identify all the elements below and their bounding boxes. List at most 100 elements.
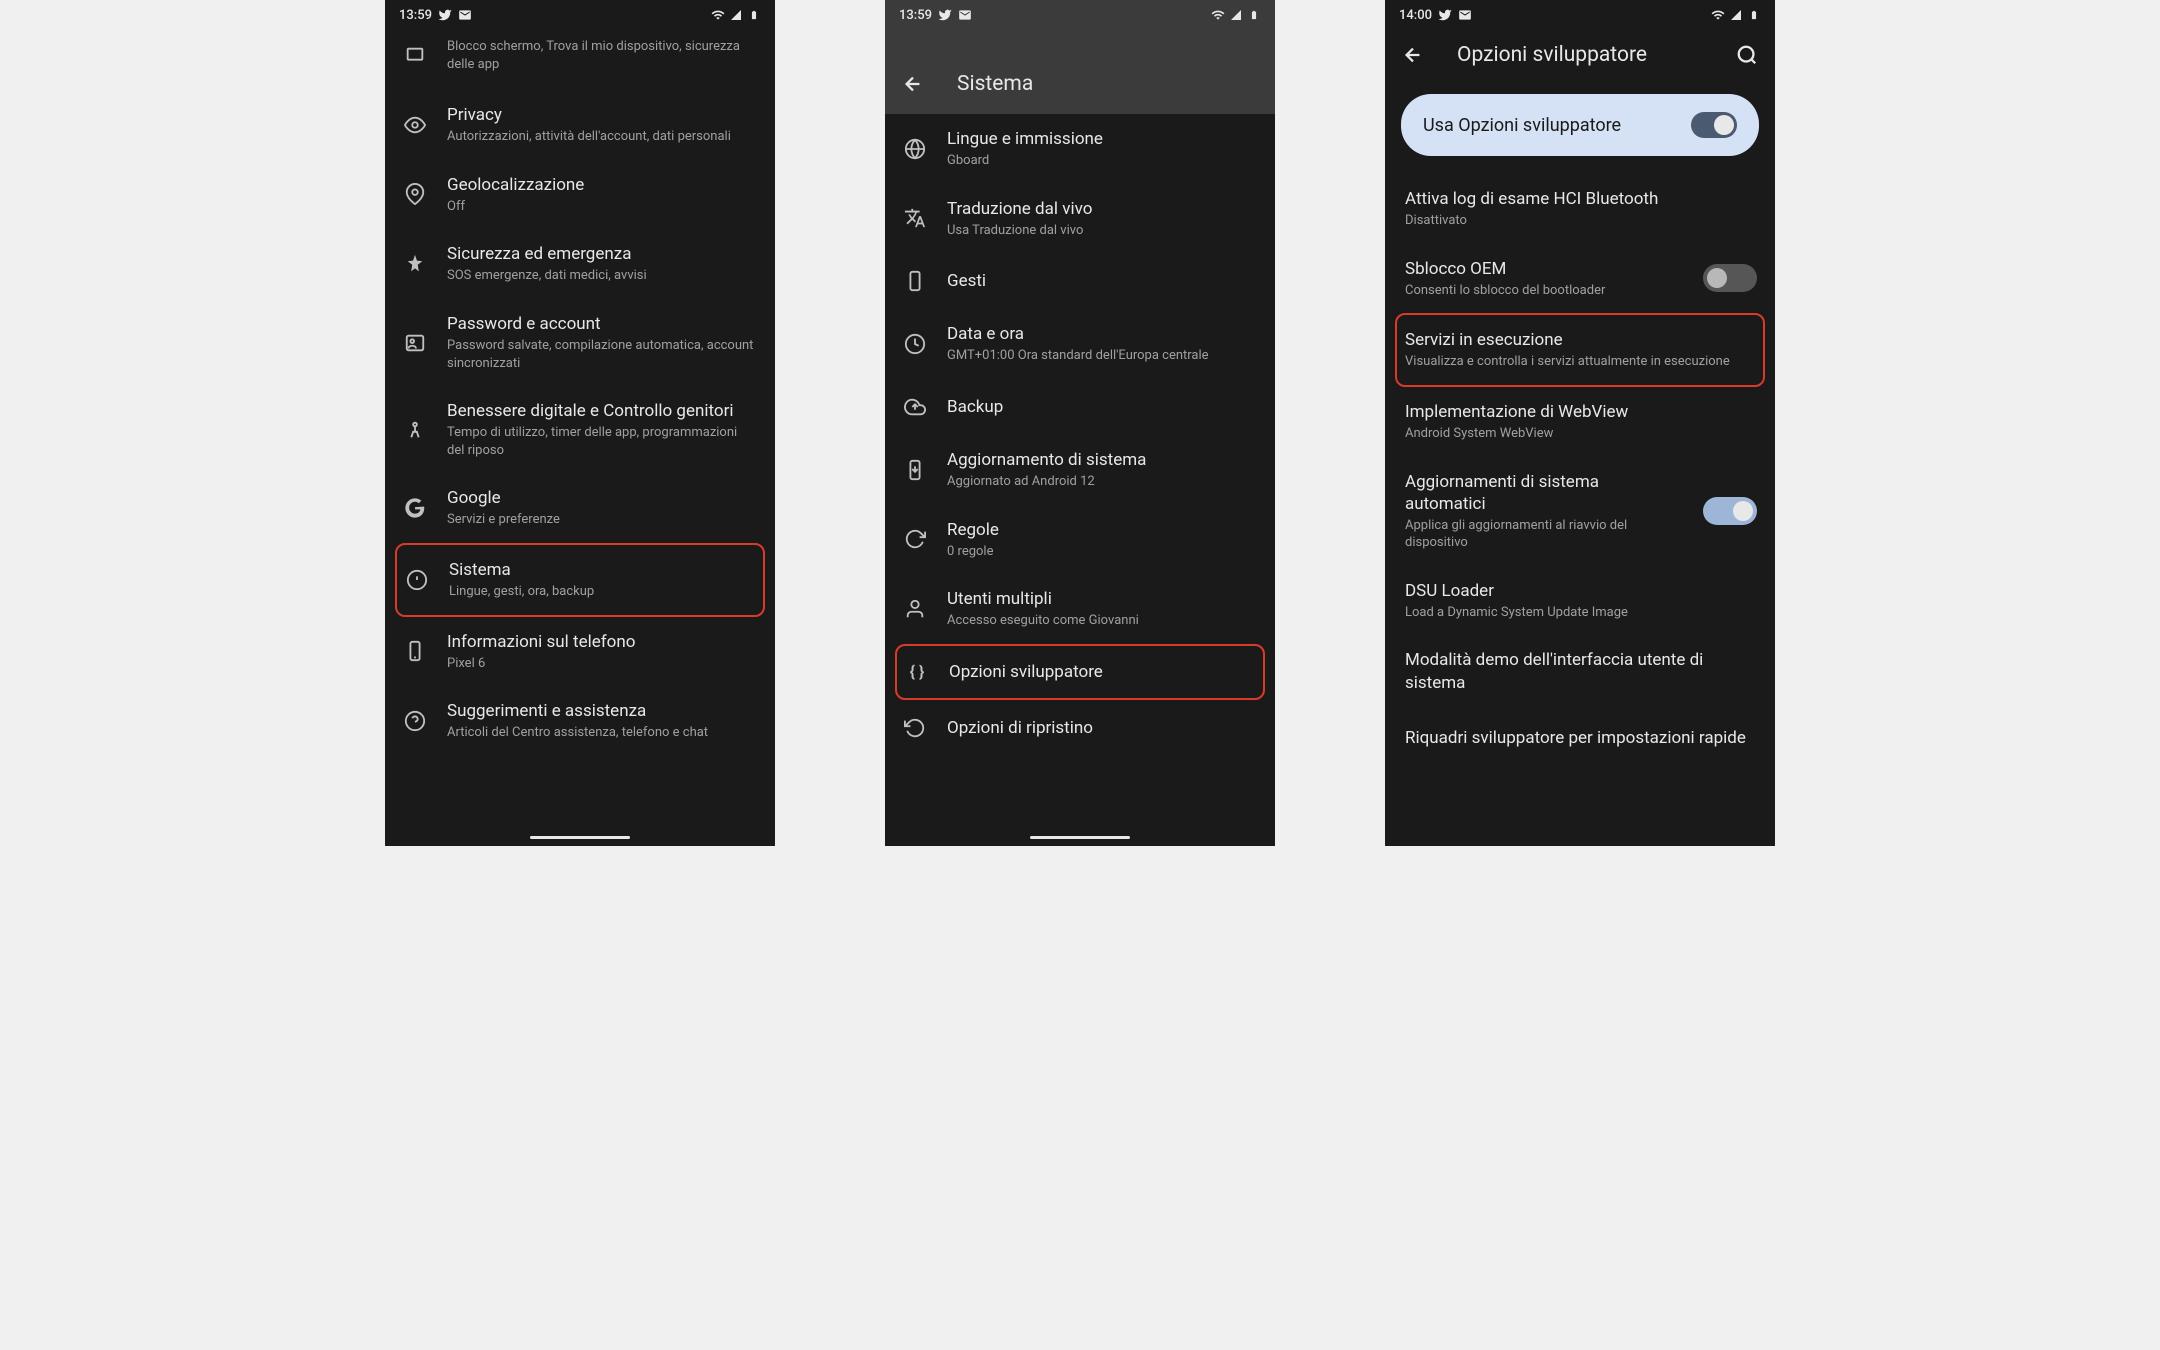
twitter-notif-icon	[938, 8, 952, 22]
row-sub: Gboard	[947, 152, 1257, 170]
item-quick-settings-tiles[interactable]: Riquadri sviluppatore per impostazioni r…	[1385, 708, 1775, 768]
row-title: Regole	[947, 519, 1257, 541]
wifi-icon	[1211, 8, 1225, 22]
row-sub: Consenti lo sblocco del bootloader	[1405, 282, 1683, 300]
row-sub: Accesso eseguito come Giovanni	[947, 612, 1257, 630]
row-sub: Tempo di utilizzo, timer delle app, prog…	[447, 424, 757, 459]
gmail-notif-icon	[1458, 8, 1472, 22]
item-translate[interactable]: Traduzione dal vivo Usa Traduzione dal v…	[885, 184, 1275, 254]
settings-item-emergency[interactable]: Sicurezza ed emergenza SOS emergenze, da…	[385, 229, 775, 299]
settings-item-system[interactable]: Sistema Lingue, gesti, ora, backup	[395, 543, 765, 617]
location-icon	[403, 182, 427, 206]
settings-item-accounts[interactable]: Password e account Password salvate, com…	[385, 299, 775, 386]
page-title: Opzioni sviluppatore	[1457, 43, 1703, 67]
privacy-icon	[403, 113, 427, 137]
language-icon	[903, 137, 927, 161]
row-sub: Servizi e preferenze	[447, 511, 757, 529]
item-auto-updates[interactable]: Aggiornamenti di sistema automatici Appl…	[1385, 457, 1775, 566]
item-gestures[interactable]: Gesti	[885, 253, 1275, 309]
item-oem-unlock[interactable]: Sblocco OEM Consenti lo sblocco del boot…	[1385, 244, 1775, 314]
back-button[interactable]	[893, 64, 933, 104]
google-icon	[403, 496, 427, 520]
gmail-notif-icon	[458, 8, 472, 22]
settings-item-help[interactable]: Suggerimenti e assistenza Articoli del C…	[385, 686, 775, 756]
toggle-auto-updates[interactable]	[1703, 497, 1757, 525]
gestures-icon	[903, 269, 927, 293]
gmail-notif-icon	[958, 8, 972, 22]
settings-item-location[interactable]: Geolocalizzazione Off	[385, 160, 775, 230]
row-title: Password e account	[447, 313, 757, 335]
item-users[interactable]: Utenti multipli Accesso eseguito come Gi…	[885, 574, 1275, 644]
signal-icon	[1229, 8, 1243, 22]
status-bar: 13:59	[885, 0, 1275, 30]
settings-item-privacy[interactable]: Privacy Autorizzazioni, attività dell'ac…	[385, 90, 775, 160]
row-title: Sicurezza ed emergenza	[447, 243, 757, 265]
settings-item-security-partial[interactable]: Blocco schermo, Trova il mio dispositivo…	[385, 30, 775, 90]
item-dev-options[interactable]: { } Opzioni sviluppatore	[895, 644, 1265, 700]
wifi-icon	[711, 8, 725, 22]
toggle-on-icon[interactable]	[1691, 112, 1737, 138]
item-backup[interactable]: Backup	[885, 379, 1275, 435]
row-title: Geolocalizzazione	[447, 174, 757, 196]
wifi-icon	[1711, 8, 1725, 22]
settings-item-wellbeing[interactable]: Benessere digitale e Controllo genitori …	[385, 386, 775, 473]
item-webview[interactable]: Implementazione di WebView Android Syste…	[1385, 387, 1775, 457]
settings-list[interactable]: Blocco schermo, Trova il mio dispositivo…	[385, 30, 775, 832]
security-icon	[403, 44, 427, 68]
wellbeing-icon	[403, 418, 427, 442]
toggle-oem[interactable]	[1703, 264, 1757, 292]
row-sub: Aggiornato ad Android 12	[947, 473, 1257, 491]
row-sub: Visualizza e controlla i servizi attualm…	[1405, 353, 1755, 371]
item-hci-log[interactable]: Attiva log di esame HCI Bluetooth Disatt…	[1385, 174, 1775, 244]
item-dsu-loader[interactable]: DSU Loader Load a Dynamic System Update …	[1385, 566, 1775, 636]
dev-list[interactable]: Attiva log di esame HCI Bluetooth Disatt…	[1385, 174, 1775, 846]
item-datetime[interactable]: Data e ora GMT+01:00 Ora standard dell'E…	[885, 309, 1275, 379]
row-title: Informazioni sul telefono	[447, 631, 757, 653]
row-title: Lingue e immissione	[947, 128, 1257, 150]
twitter-notif-icon	[438, 8, 452, 22]
row-sub: Off	[447, 198, 757, 216]
row-title: Traduzione dal vivo	[947, 198, 1257, 220]
clock-icon	[903, 332, 927, 356]
row-title: Data e ora	[947, 323, 1257, 345]
row-sub: Autorizzazioni, attività dell'account, d…	[447, 128, 757, 146]
nav-bar[interactable]	[385, 832, 775, 846]
item-languages[interactable]: Lingue e immissione Gboard	[885, 114, 1275, 184]
page-title: Sistema	[957, 72, 1267, 96]
battery-icon	[1747, 8, 1761, 22]
row-title: Google	[447, 487, 757, 509]
users-icon	[903, 597, 927, 621]
signal-icon	[1729, 8, 1743, 22]
settings-item-about[interactable]: Informazioni sul telefono Pixel 6	[385, 617, 775, 687]
search-button[interactable]	[1727, 35, 1767, 75]
row-sub: Pixel 6	[447, 655, 757, 673]
screen-settings: 13:59 Blocco schermo, Trova il mio dispo…	[385, 0, 775, 846]
status-bar: 13:59	[385, 0, 775, 30]
phone-icon	[403, 639, 427, 663]
back-button[interactable]	[1393, 35, 1433, 75]
screen-system: 13:59 Sistema Lingue e immissione	[885, 0, 1275, 846]
master-toggle[interactable]: Usa Opzioni sviluppatore	[1401, 94, 1759, 156]
row-title: Gesti	[947, 270, 1257, 292]
item-running-services[interactable]: Servizi in esecuzione Visualizza e contr…	[1395, 313, 1765, 387]
status-time: 13:59	[899, 8, 932, 23]
settings-item-google[interactable]: Google Servizi e preferenze	[385, 473, 775, 543]
row-title: Suggerimenti e assistenza	[447, 700, 757, 722]
item-sysupdate[interactable]: Aggiornamento di sistema Aggiornato ad A…	[885, 435, 1275, 505]
row-title: Modalità demo dell'interfaccia utente di…	[1405, 649, 1757, 693]
row-title: Benessere digitale e Controllo genitori	[447, 400, 757, 422]
battery-icon	[1247, 8, 1261, 22]
row-sub: Disattivato	[1405, 212, 1757, 230]
item-rules[interactable]: Regole 0 regole	[885, 505, 1275, 575]
row-sub: Blocco schermo, Trova il mio dispositivo…	[447, 38, 757, 73]
row-sub: Articoli del Centro assistenza, telefono…	[447, 724, 757, 742]
system-list[interactable]: Lingue e immissione Gboard Traduzione da…	[885, 114, 1275, 832]
master-toggle-label: Usa Opzioni sviluppatore	[1423, 115, 1621, 136]
nav-bar[interactable]	[885, 832, 1275, 846]
item-reset[interactable]: Opzioni di ripristino	[885, 700, 1275, 756]
translate-icon	[903, 206, 927, 230]
row-title: DSU Loader	[1405, 580, 1757, 602]
item-demo-mode[interactable]: Modalità demo dell'interfaccia utente di…	[1385, 635, 1775, 707]
help-icon	[403, 709, 427, 733]
row-title: Utenti multipli	[947, 588, 1257, 610]
